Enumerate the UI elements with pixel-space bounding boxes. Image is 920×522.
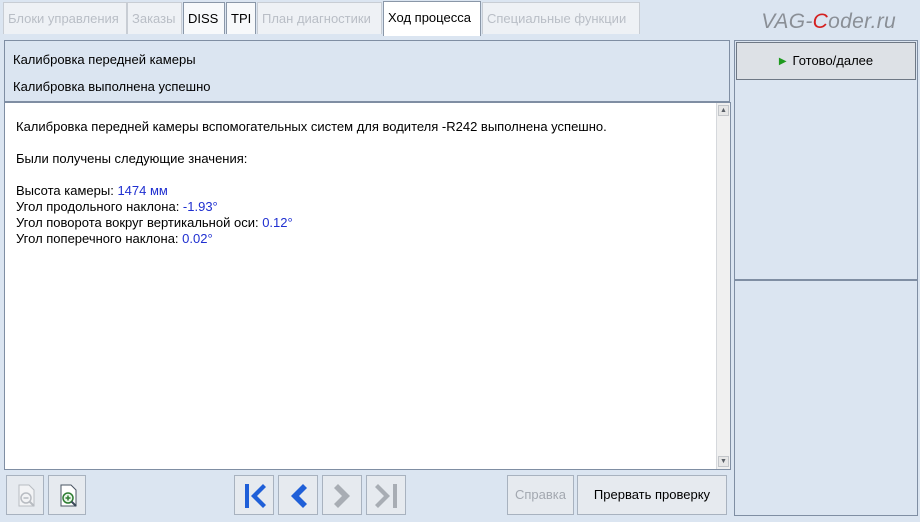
tab-special-functions[interactable]: Специальные функции	[482, 2, 640, 34]
content-panel: Калибровка передней камеры вспомогательн…	[4, 102, 731, 470]
bottom-toolbar: Справка Прервать проверку	[4, 470, 731, 518]
tab-diagnostic-plan[interactable]: План диагностики	[257, 2, 382, 34]
header-panel: Калибровка передней камеры Калибровка вы…	[4, 40, 730, 102]
right-panel-bottom	[734, 280, 918, 516]
value-row: Угол поворота вокруг вертикальной оси: 0…	[16, 215, 293, 230]
tab-bar: Блоки управления Заказы DISS TPI План ди…	[0, 0, 920, 36]
skip-to-end-icon	[375, 484, 397, 508]
status-text: Калибровка выполнена успешно	[13, 79, 211, 94]
result-text: Калибровка передней камеры вспомогательн…	[16, 119, 706, 247]
tab-orders[interactable]: Заказы	[127, 2, 182, 34]
abort-check-button[interactable]: Прервать проверку	[577, 475, 727, 515]
skip-to-start-icon	[245, 484, 266, 508]
last-step-button[interactable]	[366, 475, 406, 515]
zoom-in-icon	[60, 484, 77, 507]
chevron-right-icon	[334, 484, 350, 508]
tab-process[interactable]: Ход процесса	[383, 1, 481, 36]
page-title: Калибровка передней камеры	[13, 52, 196, 67]
help-button[interactable]: Справка	[507, 475, 574, 515]
zoom-in-button[interactable]	[48, 475, 86, 515]
previous-step-button[interactable]	[278, 475, 318, 515]
zoom-out-icon	[18, 484, 35, 507]
tab-tpi[interactable]: TPI	[226, 2, 256, 34]
play-icon: ▶	[778, 56, 787, 67]
first-step-button[interactable]	[234, 475, 274, 515]
value-row: Высота камеры: 1474 мм	[16, 183, 168, 198]
right-panel-top: ▶ Готово/далее	[734, 40, 918, 280]
value-row: Угол поперечного наклона: 0.02°	[16, 231, 213, 246]
watermark-logo: VAG-Coder.ru	[761, 10, 896, 33]
result-message: Калибровка передней камеры вспомогательн…	[16, 119, 607, 134]
scroll-down-icon[interactable]: ▼	[718, 456, 729, 467]
chevron-left-icon	[291, 484, 307, 508]
zoom-out-button[interactable]	[6, 475, 44, 515]
scroll-up-icon[interactable]: ▲	[718, 105, 729, 116]
tab-control-units[interactable]: Блоки управления	[3, 2, 127, 34]
tab-diss[interactable]: DISS	[183, 2, 225, 34]
value-row: Угол продольного наклона: -1.93°	[16, 199, 218, 214]
values-intro: Были получены следующие значения:	[16, 151, 248, 166]
next-button[interactable]: ▶ Готово/далее	[736, 42, 916, 80]
next-step-button[interactable]	[322, 475, 362, 515]
vertical-scrollbar[interactable]: ▲ ▼	[716, 103, 730, 469]
